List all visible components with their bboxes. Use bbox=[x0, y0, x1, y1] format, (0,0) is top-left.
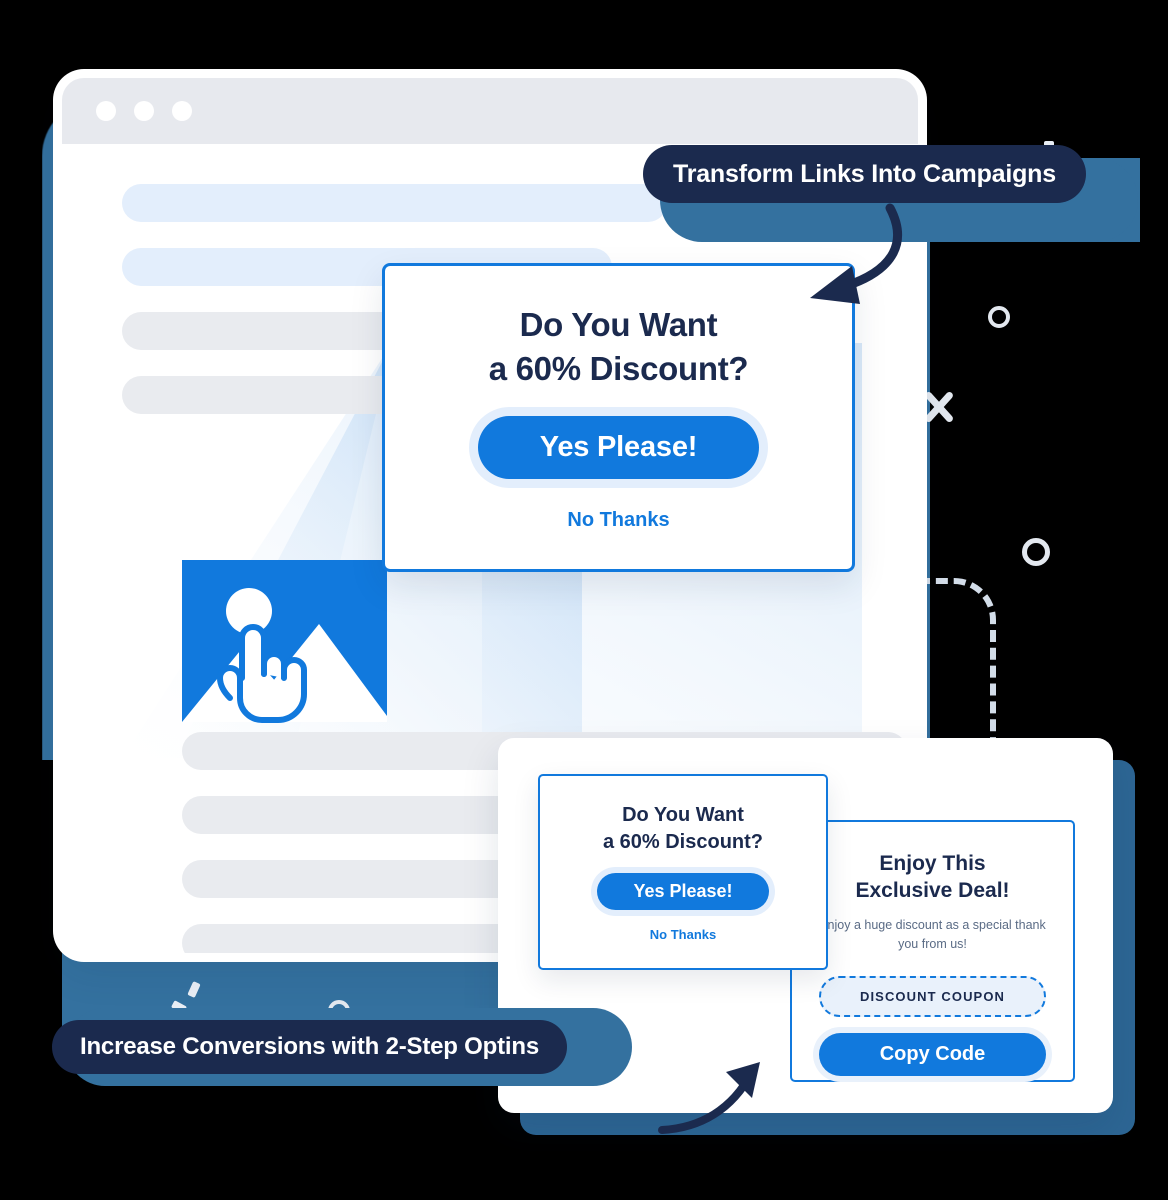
no-thanks-link[interactable]: No Thanks bbox=[650, 927, 716, 942]
mask-left bbox=[0, 0, 42, 1200]
discount-popup-step1: Do You Want a 60% Discount? Yes Please! … bbox=[538, 774, 828, 970]
discount-coupon-field[interactable]: DISCOUNT COUPON bbox=[819, 976, 1046, 1018]
cross-icon bbox=[920, 388, 958, 426]
browser-titlebar bbox=[62, 78, 918, 144]
pointing-hand-cursor-icon bbox=[217, 624, 307, 723]
yes-please-button[interactable]: Yes Please! bbox=[597, 872, 769, 910]
badge-increase-conversions[interactable]: Increase Conversions with 2-Step Optins bbox=[52, 1020, 567, 1074]
skeleton-line bbox=[122, 184, 667, 222]
ring-icon bbox=[1022, 538, 1050, 566]
exclusive-deal-card-step2: Enjoy This Exclusive Deal! Enjoy a huge … bbox=[790, 820, 1075, 1082]
popup-title: Do You Want a 60% Discount? bbox=[602, 804, 764, 853]
illustration-canvas: Do You Want a 60% Discount? Yes Please! … bbox=[0, 0, 1168, 1200]
curved-arrow-up-right-icon bbox=[658, 1062, 760, 1134]
mask-left-low bbox=[42, 760, 62, 1046]
discount-popup-main: Do You Want a 60% Discount? Yes Please! … bbox=[382, 263, 855, 572]
popup-title: Do You Want a 60% Discount? bbox=[488, 305, 749, 387]
copy-code-button[interactable]: Copy Code bbox=[819, 1033, 1046, 1077]
no-thanks-link[interactable]: No Thanks bbox=[567, 509, 669, 532]
curved-arrow-down-left-icon bbox=[810, 203, 903, 304]
yes-please-button[interactable]: Yes Please! bbox=[477, 416, 760, 480]
ring-icon bbox=[988, 306, 1010, 328]
window-dot-3[interactable] bbox=[172, 101, 192, 121]
deal-subtitle: Enjoy a huge discount as a special thank… bbox=[819, 917, 1046, 951]
window-dot-1[interactable] bbox=[96, 101, 116, 121]
window-dot-2[interactable] bbox=[134, 101, 154, 121]
deal-title: Enjoy This Exclusive Deal! bbox=[855, 852, 1010, 903]
badge-transform-links[interactable]: Transform Links Into Campaigns bbox=[643, 145, 1086, 203]
